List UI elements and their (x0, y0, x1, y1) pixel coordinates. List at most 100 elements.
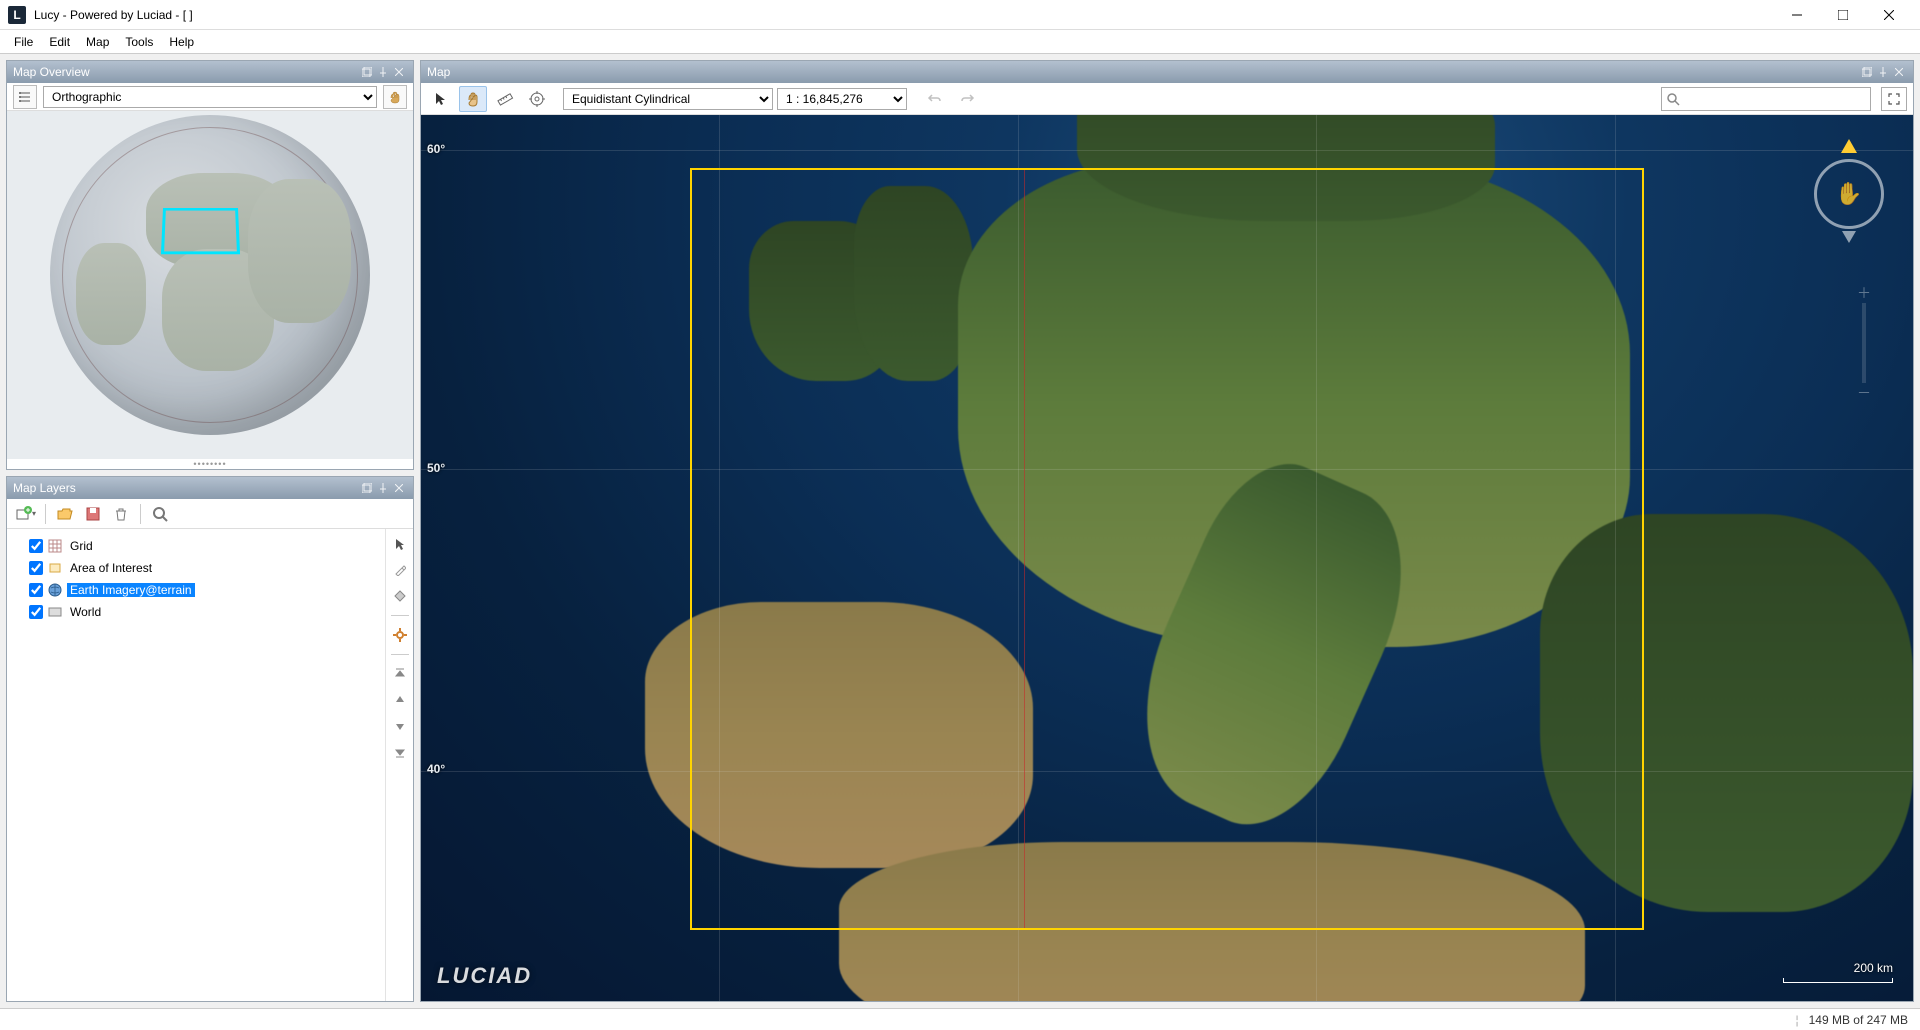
panel-undock-button[interactable] (359, 480, 375, 496)
overview-projection-select[interactable]: Orthographic (43, 86, 377, 108)
menubar: File Edit Map Tools Help (0, 30, 1920, 54)
cursor-icon (434, 92, 448, 106)
move-top-button[interactable] (389, 663, 411, 685)
layers-side-tools (385, 529, 413, 1001)
close-icon (1884, 10, 1894, 20)
panel-map-layers: Map Layers ▾ Grid (6, 476, 414, 1002)
panel-close-button[interactable] (391, 480, 407, 496)
layer-checkbox[interactable] (29, 605, 43, 619)
panel-pin-button[interactable] (375, 480, 391, 496)
map-search-input[interactable] (1684, 92, 1866, 106)
fullscreen-button[interactable] (1881, 87, 1907, 111)
move-down-button[interactable] (389, 715, 411, 737)
app-icon: L (8, 6, 26, 24)
pan-button[interactable] (459, 86, 487, 112)
minimize-button[interactable] (1774, 0, 1820, 30)
tag-icon (394, 590, 406, 602)
aoi-rectangle[interactable] (690, 168, 1645, 930)
fit-layer-button[interactable] (147, 502, 173, 526)
delete-layer-button[interactable] (108, 502, 134, 526)
maximize-icon (1838, 10, 1848, 20)
menu-help[interactable]: Help (161, 33, 202, 51)
compass-ring[interactable]: ✋ (1814, 159, 1884, 229)
layer-row-earth-imagery[interactable]: Earth Imagery@terrain (11, 579, 381, 601)
window-title: Lucy - Powered by Luciad - [ ] (34, 8, 1774, 22)
layer-row-grid[interactable]: Grid (11, 535, 381, 557)
save-layer-button[interactable] (80, 502, 106, 526)
zoom-track[interactable] (1862, 303, 1866, 383)
layer-checkbox[interactable] (29, 561, 43, 575)
panel-title-layers: Map Layers (13, 481, 359, 495)
move-top-icon (394, 668, 406, 680)
menu-tools[interactable]: Tools (117, 33, 161, 51)
overview-globe-view[interactable] (7, 111, 413, 459)
map-compass[interactable]: ✋ (1809, 139, 1889, 269)
panel-close-button[interactable] (391, 64, 407, 80)
overview-toolbar: Orthographic (7, 83, 413, 111)
undock-icon (362, 483, 372, 493)
panel-map: Map Equidistant Cylindrical 1 : 16,845,2… (420, 60, 1914, 1002)
layer-label: Earth Imagery@terrain (67, 583, 195, 597)
hand-icon (388, 90, 402, 104)
map-canvas[interactable]: 60° 50° 40° ✋ ＋ － LUCIAD 200 km (421, 115, 1913, 1001)
layer-label: World (67, 605, 104, 619)
panel-undock-button[interactable] (1859, 64, 1875, 80)
undo-button[interactable] (921, 86, 949, 112)
move-up-button[interactable] (389, 689, 411, 711)
statusbar: ¦ 149 MB of 247 MB (0, 1008, 1920, 1030)
menu-edit[interactable]: Edit (41, 33, 78, 51)
layer-row-aoi[interactable]: Area of Interest (11, 557, 381, 579)
close-icon (395, 484, 403, 492)
undo-icon (927, 91, 943, 107)
panel-close-button[interactable] (1891, 64, 1907, 80)
panel-undock-button[interactable] (359, 64, 375, 80)
menu-map[interactable]: Map (78, 33, 117, 51)
add-layer-icon (16, 506, 32, 522)
titlebar: L Lucy - Powered by Luciad - [ ] (0, 0, 1920, 30)
map-scale-select[interactable]: 1 : 16,845,276 (777, 88, 907, 110)
scalebar-label: 200 km (1854, 961, 1893, 975)
center-button[interactable] (523, 86, 551, 112)
minimize-icon (1792, 10, 1802, 20)
close-button[interactable] (1866, 0, 1912, 30)
select-tool-button[interactable] (389, 533, 411, 555)
world-icon (47, 604, 63, 620)
map-projection-select[interactable]: Equidistant Cylindrical (563, 88, 773, 110)
move-down-icon (394, 720, 406, 732)
move-bottom-button[interactable] (389, 741, 411, 763)
add-layer-button[interactable]: ▾ (13, 502, 39, 526)
menu-file[interactable]: File (6, 33, 41, 51)
redo-button[interactable] (953, 86, 981, 112)
move-bottom-icon (394, 746, 406, 758)
map-search-box[interactable] (1661, 87, 1871, 111)
zoom-in-button[interactable]: ＋ (1856, 285, 1872, 301)
label-tool-button[interactable] (389, 585, 411, 607)
map-zoom-control[interactable]: ＋ － (1855, 285, 1873, 401)
move-up-icon (394, 694, 406, 706)
pin-icon (378, 67, 388, 77)
layer-settings-button[interactable] (389, 624, 411, 646)
aoi-icon (47, 560, 63, 576)
status-memory: 149 MB of 247 MB (1809, 1013, 1908, 1027)
overview-recenter-button[interactable] (383, 85, 407, 109)
folder-open-icon (57, 506, 73, 522)
edit-tool-button[interactable] (389, 559, 411, 581)
default-cursor-button[interactable] (427, 86, 455, 112)
map-scale-select-wrap: 1 : 16,845,276 (777, 88, 907, 110)
cursor-icon (394, 538, 406, 550)
zoom-out-button[interactable]: － (1856, 385, 1872, 401)
open-layer-button[interactable] (52, 502, 78, 526)
panel-resize-handle[interactable]: •••••••• (7, 459, 413, 469)
pin-icon (1878, 67, 1888, 77)
maximize-button[interactable] (1820, 0, 1866, 30)
lat-label-60: 60° (427, 142, 445, 156)
content-area: Map Overview Orthographic (0, 54, 1920, 1008)
panel-title-map: Map (427, 65, 1859, 79)
ruler-button[interactable] (491, 86, 519, 112)
layer-checkbox[interactable] (29, 583, 43, 597)
layer-row-world[interactable]: World (11, 601, 381, 623)
layer-checkbox[interactable] (29, 539, 43, 553)
overview-layer-tree-button[interactable] (13, 85, 37, 109)
panel-pin-button[interactable] (1875, 64, 1891, 80)
panel-pin-button[interactable] (375, 64, 391, 80)
